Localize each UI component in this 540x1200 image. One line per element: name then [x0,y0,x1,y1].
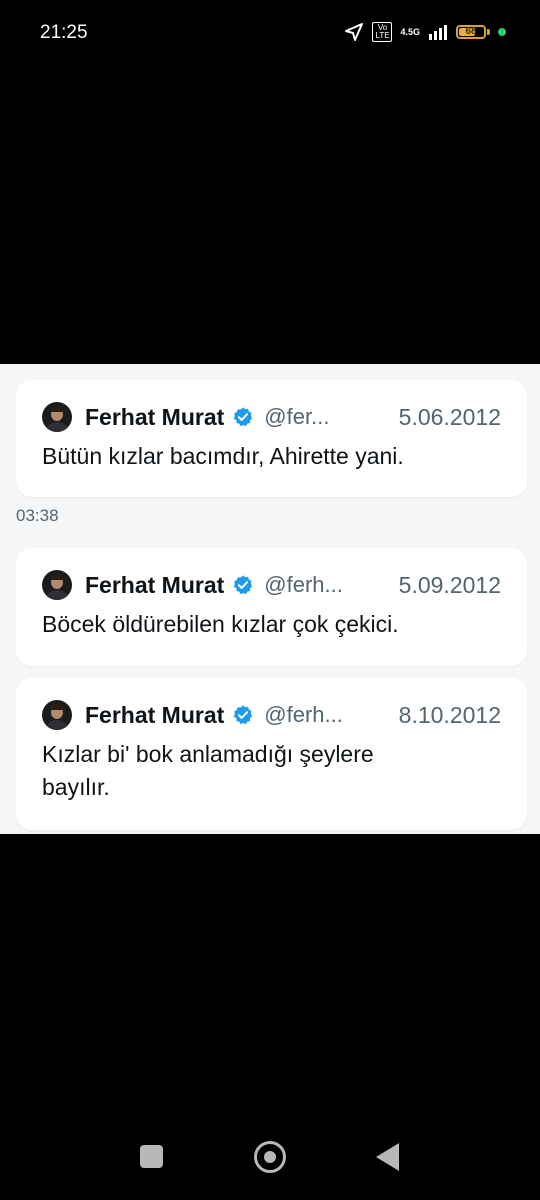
author-name[interactable]: Ferhat Murat [85,404,224,431]
status-bar: 21:25 Vo LTE 4.5G 68 [0,0,540,70]
tweet-text: Bütün kızlar bacımdır, Ahirette yani. [42,443,404,469]
author-handle[interactable]: @fer... [264,404,329,430]
avatar[interactable] [42,700,72,730]
verified-badge-icon [233,407,253,427]
status-time: 21:25 [40,22,88,43]
author-name[interactable]: Ferhat Murat [85,702,224,729]
author-handle[interactable]: @ferh... [264,572,343,598]
square-icon[interactable] [140,1145,163,1168]
privacy-dot-icon [498,28,506,36]
tweet-card[interactable]: Ferhat Murat @ferh... 8.10.2012 Kızlar b… [16,678,527,830]
tweet-card[interactable]: Ferhat Murat @ferh... 5.09.2012 Böcek öl… [16,548,527,666]
tweet-text: Böcek öldürebilen kızlar çok çekici. [42,611,399,637]
volte-icon: Vo LTE [372,22,393,42]
tweet-header: Ferhat Murat @fer... 5.06.2012 [42,400,501,434]
avatar[interactable] [42,570,72,600]
triangle-back-icon[interactable] [376,1143,399,1171]
tweet-date[interactable]: 5.09.2012 [399,572,501,599]
status-icons: Vo LTE 4.5G 68 [344,22,506,42]
tweet-date[interactable]: 5.06.2012 [399,404,501,431]
tweet-card[interactable]: Ferhat Murat @fer... 5.06.2012 Bütün kız… [16,380,527,497]
message-timestamp: 03:38 [16,506,59,525]
tweet-date[interactable]: 8.10.2012 [399,702,501,729]
author-handle[interactable]: @ferh... [264,702,343,728]
location-icon [345,23,364,41]
network-type: 4.5G [400,26,420,37]
battery-tip [487,29,490,35]
circle-home-icon[interactable] [254,1141,286,1173]
signal-icon [429,25,447,40]
tweet-text: Kızlar bi' bok anlamadığı şeylere bayılı… [42,741,374,800]
tweet-header: Ferhat Murat @ferh... 5.09.2012 [42,568,501,602]
tweet-header: Ferhat Murat @ferh... 8.10.2012 [42,698,501,732]
avatar[interactable] [42,402,72,432]
author-name[interactable]: Ferhat Murat [85,572,224,599]
battery-icon: 68 [456,25,486,39]
verified-badge-icon [233,705,253,725]
verified-badge-icon [233,575,253,595]
battery-percent: 68 [465,26,477,37]
navigation-bar [0,1125,540,1189]
